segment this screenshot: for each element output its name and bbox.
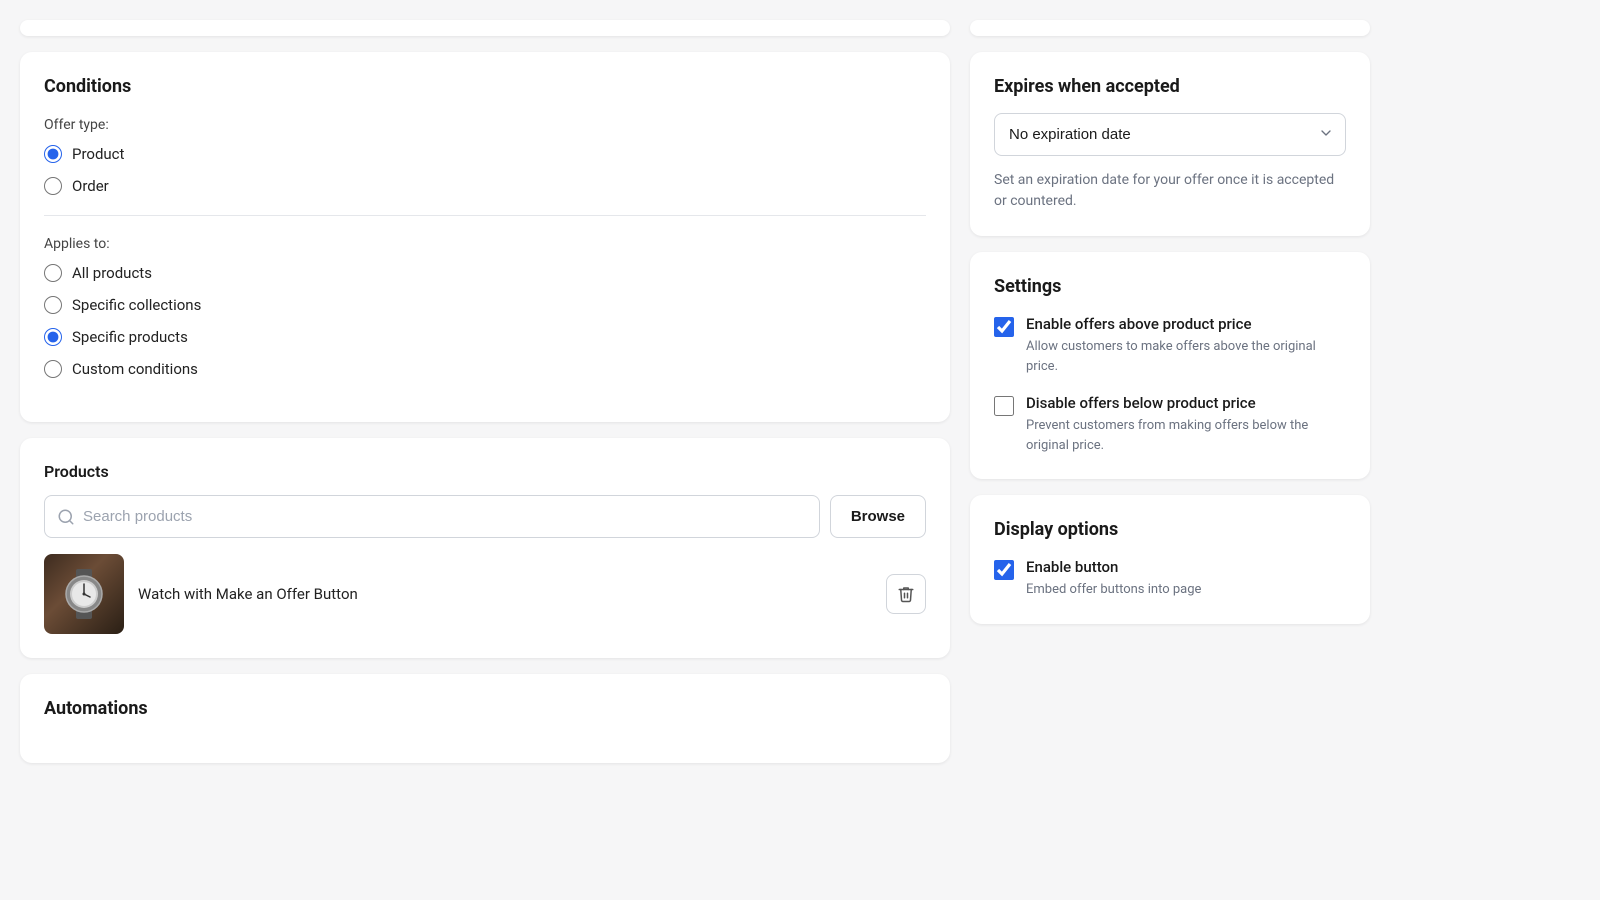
expiration-select-wrapper: No expiration date 1 day 3 days 7 days 1… [994,113,1346,156]
search-wrapper [44,495,820,538]
search-icon [57,508,75,526]
enable-above-price-content: Enable offers above product price Allow … [1026,315,1346,376]
conditions-card: Conditions Offer type: Product Order App… [20,52,950,422]
offer-type-group: Product Order [44,145,926,195]
product-image-inner [44,554,124,634]
applies-specific-collections[interactable]: Specific collections [44,296,926,314]
enable-above-price-desc: Allow customers to make offers above the… [1026,337,1346,376]
applies-specific-products-radio[interactable] [44,328,62,346]
enable-button-desc: Embed offer buttons into page [1026,580,1201,600]
offer-type-order[interactable]: Order [44,177,926,195]
disable-below-price-content: Disable offers below product price Preve… [1026,394,1346,455]
conditions-title: Conditions [44,76,926,97]
delete-product-button[interactable] [886,574,926,614]
disable-below-price-checkbox-wrap [994,396,1014,455]
automations-card: Automations [20,674,950,763]
offer-type-label: Offer type: [44,117,926,133]
applies-to-label: Applies to: [44,236,926,252]
enable-above-price-label: Enable offers above product price [1026,315,1346,333]
divider [44,215,926,216]
browse-button[interactable]: Browse [830,495,926,538]
enable-above-price-checkbox-wrap [994,317,1014,376]
offer-type-product-radio[interactable] [44,145,62,163]
products-card: Products Browse [20,438,950,658]
enable-above-price-checkbox[interactable] [994,317,1014,337]
applies-specific-collections-radio[interactable] [44,296,62,314]
applies-specific-products[interactable]: Specific products [44,328,926,346]
enable-button-checkbox-wrap [994,560,1014,600]
enable-button-label: Enable button [1026,558,1201,576]
offer-type-product-label: Product [72,145,124,163]
enable-button-checkbox[interactable] [994,560,1014,580]
expiration-select[interactable]: No expiration date 1 day 3 days 7 days 1… [994,113,1346,156]
applies-all-products-label: All products [72,264,152,282]
product-name: Watch with Make an Offer Button [138,585,872,603]
disable-below-price-item: Disable offers below product price Preve… [994,394,1346,455]
expires-card: Expires when accepted No expiration date… [970,52,1370,236]
applies-custom-conditions-label: Custom conditions [72,360,198,378]
offer-type-order-label: Order [72,177,109,195]
applies-custom-conditions[interactable]: Custom conditions [44,360,926,378]
search-input[interactable] [83,496,807,537]
expiration-helper-text: Set an expiration date for your offer on… [994,170,1346,212]
disable-below-price-checkbox[interactable] [994,396,1014,416]
display-options-card: Display options Enable button Embed offe… [970,495,1370,624]
enable-button-item: Enable button Embed offer buttons into p… [994,558,1346,600]
settings-title: Settings [994,276,1346,297]
offer-type-product[interactable]: Product [44,145,926,163]
applies-specific-collections-label: Specific collections [72,296,201,314]
enable-above-price-item: Enable offers above product price Allow … [994,315,1346,376]
product-image [44,554,124,634]
search-row: Browse [44,495,926,538]
display-options-title: Display options [994,519,1346,540]
enable-button-content: Enable button Embed offer buttons into p… [1026,558,1201,600]
top-partial-card [20,20,950,36]
settings-card: Settings Enable offers above product pri… [970,252,1370,479]
applies-all-products-radio[interactable] [44,264,62,282]
automations-title: Automations [44,698,926,719]
applies-all-products[interactable]: All products [44,264,926,282]
applies-custom-conditions-radio[interactable] [44,360,62,378]
product-row: Watch with Make an Offer Button [44,554,926,634]
applies-specific-products-label: Specific products [72,328,188,346]
products-title: Products [44,462,926,481]
expires-title: Expires when accepted [994,76,1346,97]
offer-type-order-radio[interactable] [44,177,62,195]
disable-below-price-desc: Prevent customers from making offers bel… [1026,416,1346,455]
right-top-partial-card [970,20,1370,36]
trash-icon [897,585,915,603]
applies-to-group: All products Specific collections Specif… [44,264,926,378]
disable-below-price-label: Disable offers below product price [1026,394,1346,412]
